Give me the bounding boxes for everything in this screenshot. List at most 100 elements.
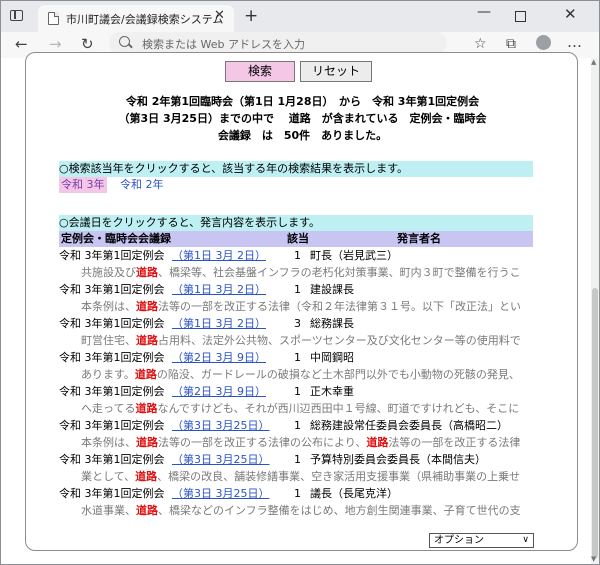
row-session: 令和 3年第1回定例会 (59, 419, 165, 432)
snippet-text: 法等の一部を改正する法律 (388, 436, 521, 449)
row-speaker: 正木幸重 (310, 385, 354, 398)
summary-line: 令和 2年第1回臨時会（第1日 1月28日） から 令和 3年第1回定例会 (125, 95, 480, 108)
new-tab-icon[interactable]: + (244, 6, 258, 26)
scroll-down-icon[interactable]: ▼ (591, 555, 596, 563)
address-placeholder: 検索または Web アドレスを入力 (142, 38, 305, 51)
results-panel: 検索 リセット 令和 2年第1回臨時会（第1日 1月28日） から 令和 3年第… (25, 52, 578, 551)
snippet-text: あります。 (81, 368, 135, 381)
browser-tab[interactable]: 市川町議会/会議録検索システム ✕ (38, 5, 234, 32)
browser-window: 市川町議会/会議録検索システム ✕ + — ✕ ← → ↻ 検索または Web … (0, 0, 600, 565)
year-link[interactable]: 令和 3年 (59, 177, 107, 193)
row-date-link[interactable]: （第1日 3月 2日） (172, 247, 266, 264)
row-date-link[interactable]: （第3日 3月25日） (172, 417, 270, 434)
summary-line: 会議録 は 50件 ありました。 (217, 129, 388, 142)
results-header: 定例会・臨時会会議録 該当 発言者名 (59, 231, 533, 247)
forward-icon[interactable]: → (49, 35, 62, 53)
window-close-icon[interactable]: ✕ (564, 5, 577, 23)
row-session: 令和 3年第1回定例会 (59, 283, 165, 296)
snippet-text: の陥没、ガードレールの破損など土木部門以外でも小動物の死骸の発見、 (156, 368, 520, 381)
table-row: 令和 3年第1回定例会 （第3日 3月25日） 1 議長（長尾克洋） (59, 485, 533, 502)
page-viewport: 検索 リセット 令和 2年第1回臨時会（第1日 1月28日） から 令和 3年第… (1, 52, 599, 564)
keyword-highlight: 道路 (134, 368, 157, 381)
minimize-icon[interactable]: — (477, 4, 491, 20)
tab-actions-icon[interactable] (10, 10, 23, 21)
row-session: 令和 3年第1回定例会 (59, 317, 165, 330)
row-snippet: 共施設及び道路、橋梁等、社会基盤インフラの老朽化対策事業、町内３町で整備を行うこ (59, 264, 533, 281)
keyword-highlight: 道路 (136, 300, 158, 313)
result-summary: 令和 2年第1回臨時会（第1日 1月28日） から 令和 3年第1回定例会 （第… (36, 93, 569, 144)
row-session: 令和 3年第1回定例会 (59, 487, 165, 500)
column-hit: 該当 (287, 232, 309, 245)
row-speaker: 町長（岩見武三） (310, 249, 398, 262)
scroll-thumb[interactable] (592, 288, 598, 558)
snippet-text: 業として、 (81, 470, 136, 483)
page-icon (48, 12, 59, 25)
table-row: 令和 3年第1回定例会 （第3日 3月25日） 1 予算特別委員会委員長（本間信夫） (59, 451, 533, 468)
more-icon[interactable]: … (567, 33, 582, 51)
row-date-link[interactable]: （第3日 3月25日） (172, 485, 270, 502)
table-row: 令和 3年第1回定例会 （第1日 3月 2日） 1 建設課長 (59, 281, 533, 298)
reset-button[interactable]: リセット (300, 61, 372, 82)
row-speaker: 予算特別委員会委員長（本間信夫） (310, 453, 486, 466)
row-date-link[interactable]: （第2日 3月 9日） (172, 383, 266, 400)
row-date-link[interactable]: （第3日 3月25日） (172, 451, 270, 468)
row-snippet: 本条例は、道路法等の一部を改正する法律（令和２年法律第３１号。以下「改正法」とい (59, 298, 533, 315)
column-session: 定例会・臨時会会議録 (61, 232, 171, 245)
tab-close-icon[interactable]: ✕ (214, 8, 225, 23)
year-hint: ○検索該当年をクリックすると、該当する年の検索結果を表示します。 (59, 161, 533, 177)
row-speaker: 中岡鋼昭 (310, 351, 354, 364)
chevron-down-icon: ∨ (522, 535, 529, 545)
keyword-highlight: 道路 (136, 334, 158, 347)
row-hit-count: 1 (294, 249, 301, 262)
collections-icon[interactable]: ⧉ (506, 36, 516, 52)
row-snippet: へ走ってる道路なんですけども、それが西川辺西田中１号線、町道ですけれども、そこに (59, 400, 533, 417)
row-hit-count: 1 (294, 487, 301, 500)
row-hit-count: 1 (294, 419, 301, 432)
keyword-highlight: 道路 (136, 436, 158, 449)
row-hit-count: 1 (294, 283, 301, 296)
tab-title: 市川町議会/会議録検索システム (66, 13, 224, 26)
results-list: 令和 3年第1回定例会 （第1日 3月 2日） 1 町長（岩見武三） 共施設及び道路、橋… (59, 247, 533, 519)
snippet-text: 法等の一部を改正する法律（令和２年法律第３１号。以下「改正法」とい (158, 300, 521, 313)
table-row: 令和 3年第1回定例会 （第2日 3月 9日） 1 正木幸重 (59, 383, 533, 400)
row-hit-count: 1 (294, 453, 301, 466)
maximize-icon[interactable] (515, 11, 526, 22)
avatar[interactable] (536, 35, 551, 50)
search-button[interactable]: 検索 (225, 61, 295, 82)
snippet-text: 占用料、法定外公共物、スポーツセンター及び文化センター等の使用料で (158, 334, 521, 347)
scroll-up-icon[interactable]: ▲ (591, 58, 596, 66)
keyword-highlight: 道路 (366, 436, 389, 449)
row-date-link[interactable]: （第1日 3月 2日） (172, 315, 266, 332)
row-speaker: 総務課長 (310, 317, 354, 330)
snippet-text: なんですけども、それが西川辺西田中１号線、町道ですけれども、そこに (157, 402, 520, 415)
address-bar[interactable]: 検索または Web アドレスを入力 (109, 32, 447, 54)
snippet-text: 、橋梁等、社会基盤インフラの老朽化対策事業、町内３町で整備を行うこ (158, 266, 521, 279)
row-snippet: 業として、道路、橋梁の改良、舗装修繕事業、空き家活用支援事業（県補助事業の上乗せ (59, 468, 533, 485)
snippet-text: 共施設及び (81, 266, 136, 279)
snippet-text: 法等の一部を改正する法律の公布により、 (158, 436, 367, 449)
table-row: 令和 3年第1回定例会 （第2日 3月 9日） 1 中岡鋼昭 (59, 349, 533, 366)
option-select[interactable]: オプション ∨ (429, 533, 534, 548)
favorite-icon[interactable]: ☆ (474, 36, 487, 52)
snippet-text: 水道事業、 (81, 504, 136, 517)
year-filter: 令和 3年 令和 2年 (59, 177, 174, 193)
row-hit-count: 1 (294, 351, 301, 364)
row-date-link[interactable]: （第2日 3月 9日） (172, 349, 266, 366)
page-scrollbar[interactable]: ▲ ▼ (591, 58, 599, 564)
row-speaker: 建設課長 (310, 283, 354, 296)
table-row: 令和 3年第1回定例会 （第1日 3月 2日） 3 総務課長 (59, 315, 533, 332)
day-hint: ○会議日をクリックすると、発言内容を表示します。 (59, 215, 533, 231)
back-icon[interactable]: ← (15, 35, 28, 53)
year-link[interactable]: 令和 2年 (118, 177, 166, 193)
row-snippet: あります。道路の陥没、ガードレールの破損など土木部門以外でも小動物の死骸の発見、 (59, 366, 533, 383)
refresh-icon[interactable]: ↻ (81, 35, 94, 53)
row-date-link[interactable]: （第1日 3月 2日） (172, 281, 266, 298)
table-row: 令和 3年第1回定例会 （第1日 3月 2日） 1 町長（岩見武三） (59, 247, 533, 264)
row-hit-count: 3 (294, 317, 301, 330)
row-hit-count: 1 (294, 385, 301, 398)
snippet-text: 町営住宅、 (81, 334, 136, 347)
column-speaker: 発言者名 (397, 232, 441, 245)
row-snippet: 水道事業、道路、橋梁などのインフラ整備をはじめ、地方創生関連事業、子育て世代の支 (59, 502, 533, 519)
snippet-text: へ走ってる (81, 402, 136, 415)
snippet-text: 、橋梁の改良、舗装修繕事業、空き家活用支援事業（県補助事業の上乗せ (157, 470, 521, 483)
